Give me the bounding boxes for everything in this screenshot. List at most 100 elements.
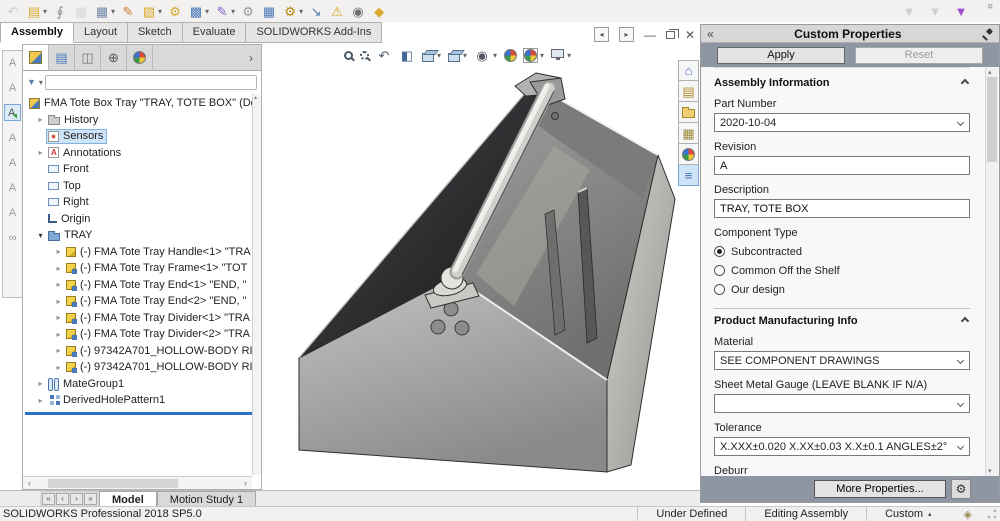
tree-item[interactable]: ▸ (-) FMA Tote Tray Divider<1> "TRA	[23, 310, 261, 327]
filter-active-icon[interactable]: ▼	[952, 1, 970, 21]
material-combo[interactable]: SEE COMPONENT DRAWINGS	[714, 351, 970, 370]
expander-icon[interactable]: ▸	[53, 313, 64, 322]
pane-left-icon[interactable]: ◂	[594, 27, 609, 42]
part-number-combo[interactable]: 2020-10-04	[714, 113, 970, 132]
macro-note-5[interactable]: A	[4, 154, 21, 171]
radio-common-off-the-shelf[interactable]: Common Off the Shelf	[714, 264, 970, 277]
bom-table-icon[interactable]: ▦	[260, 1, 278, 21]
design-binder-icon[interactable]: ▩ ▾	[187, 1, 210, 21]
macro-note-4[interactable]: A	[4, 129, 21, 146]
status-item-custom[interactable]: Custom ▴	[866, 507, 949, 521]
radio-button-icon[interactable]	[714, 246, 725, 257]
view-palette-icon[interactable]: ▦	[678, 123, 699, 144]
radio-button-icon[interactable]	[714, 284, 725, 295]
radio-our-design[interactable]: Our design	[714, 283, 970, 296]
previous-view-icon[interactable]: ↶	[376, 47, 392, 63]
tree-item[interactable]: ▸ DerivedHolePattern1	[23, 392, 261, 409]
zoom-area-icon[interactable]	[360, 50, 369, 60]
undo-icon[interactable]: ↶	[4, 1, 22, 21]
home-icon[interactable]: ⌂	[678, 60, 699, 81]
expander-icon[interactable]: ▸	[53, 346, 64, 355]
filter-icon-2[interactable]: ▼	[926, 1, 944, 21]
featuremanager-tab[interactable]	[23, 45, 49, 70]
propertymanager-tab[interactable]: ▤	[49, 45, 75, 70]
ribbon-tab-layout[interactable]: Layout	[73, 22, 129, 43]
tree-horizontal-scrollbar[interactable]: ‹ ›	[23, 476, 252, 489]
hide-show-items-icon[interactable]: ◉ ▾	[474, 47, 497, 63]
tree-item[interactable]: ▸ (-) FMA Tote Tray Divider<2> "TRA	[23, 326, 261, 343]
ribbon-tab-solidworks-add-ins[interactable]: SOLIDWORKS Add-Ins	[246, 22, 383, 43]
expander-icon[interactable]: ▸	[53, 363, 64, 372]
ribbon-tab-sketch[interactable]: Sketch	[128, 22, 183, 43]
restore-icon[interactable]	[666, 28, 679, 39]
tree-root-item[interactable]: FMA Tote Box Tray "TRAY, TOTE BOX" (De	[23, 95, 261, 112]
tree-item[interactable]: Right	[23, 194, 261, 211]
viewport-canvas[interactable]: ↶ ◧ ▾ ▾ ◉ ▾ ▾ ▾ ⌂ ▤ ▦ ≡	[262, 44, 700, 490]
more-properties-button[interactable]: More Properties...	[814, 480, 946, 498]
motion-study-icon[interactable]: ⚙	[239, 1, 257, 21]
close-icon[interactable]: ✕	[685, 28, 695, 42]
filter-caret-icon[interactable]: ▾	[39, 78, 43, 87]
measure-icon[interactable]: ↘	[307, 1, 325, 21]
properties-settings-icon[interactable]: ⚙	[951, 479, 971, 499]
tolerance-combo[interactable]: X.XXX±0.020 X.XX±0.03 X.X±0.1 ANGLES±2°	[714, 437, 970, 456]
tab-nav-icon-2[interactable]: ›	[70, 492, 83, 505]
camera-snapshot-icon[interactable]: ◉	[349, 1, 367, 21]
file-explorer-icon[interactable]	[678, 102, 699, 123]
section-product-manufacturing-info[interactable]: Product Manufacturing Info	[714, 315, 970, 327]
macro-note-2[interactable]: A	[4, 79, 21, 96]
tab-nav-icon-1[interactable]: ‹	[56, 492, 69, 505]
panel-vertical-scrollbar[interactable]: ▴ ▾	[985, 67, 998, 476]
tab-nav-icon-0[interactable]: «	[42, 492, 55, 505]
save-icon[interactable]: ▦	[72, 1, 90, 21]
tree-item[interactable]: ▸ Annotations	[23, 145, 261, 162]
filter-icon-1[interactable]: ▼	[900, 1, 918, 21]
zoom-fit-icon[interactable]	[344, 50, 353, 60]
expander-icon[interactable]: ▸	[53, 264, 64, 273]
sheet-metal-gauge-combo[interactable]	[714, 394, 970, 413]
collapse-panel-icon[interactable]: «	[707, 27, 714, 41]
toolbar-options-chevron-icon[interactable]: »	[978, 1, 996, 21]
filter-input[interactable]	[44, 74, 257, 90]
tile-windows-icon[interactable]: ▦ ▾	[93, 1, 116, 21]
ribbon-tab-assembly[interactable]: Assembly	[0, 22, 74, 43]
scroll-thumb[interactable]	[987, 77, 997, 162]
scroll-down-icon[interactable]: ▾	[988, 467, 992, 475]
custom-properties-icon[interactable]: ≡	[678, 165, 699, 186]
tab-motion-study-1[interactable]: Motion Study 1	[156, 491, 257, 506]
tree-item[interactable]: ▸ (-) 97342A701_HOLLOW-BODY RIV	[23, 359, 261, 376]
tree-item[interactable]: Origin	[23, 211, 261, 228]
macro-note-7[interactable]: A	[4, 204, 21, 221]
resize-grip[interactable]	[986, 508, 998, 520]
tree-item[interactable]: ▾ TRAY	[23, 227, 261, 244]
tree-item[interactable]: ▸ (-) 97342A701_HOLLOW-BODY RIV	[23, 343, 261, 360]
collapse-section-icon[interactable]	[960, 78, 970, 88]
view-settings-icon[interactable]: ▾	[551, 49, 571, 61]
radio-subcontracted[interactable]: Subcontracted	[714, 245, 970, 258]
component-properties-icon[interactable]: ⚙ ▾	[281, 1, 304, 21]
section-assembly-information[interactable]: Assembly Information	[714, 77, 970, 89]
pane-right-icon[interactable]: ▸	[619, 27, 634, 42]
configurationmanager-tab[interactable]: ◫	[75, 45, 101, 70]
scroll-left-icon[interactable]: ‹	[23, 478, 36, 488]
macro-link-8[interactable]: ∞	[4, 229, 21, 246]
reset-button[interactable]: Reset	[855, 46, 983, 64]
expander-icon[interactable]: ▸	[35, 396, 46, 405]
view-orientation-icon[interactable]: ▾	[422, 49, 441, 62]
expander-icon[interactable]: ▸	[53, 247, 64, 256]
tree-item[interactable]: ▸ (-) FMA Tote Tray End<2> "END, "	[23, 293, 261, 310]
panel-tabs-overflow-icon[interactable]: ›	[241, 45, 261, 70]
section-view-icon[interactable]: ◧	[399, 47, 415, 63]
macro-note-6[interactable]: A	[4, 179, 21, 196]
expander-icon[interactable]: ▾	[35, 231, 46, 240]
scroll-right-icon[interactable]: ›	[239, 478, 252, 488]
pin-icon[interactable]	[982, 28, 993, 39]
tree-item[interactable]: ▸ (-) FMA Tote Tray End<1> "END, "	[23, 277, 261, 294]
tab-nav-icon-3[interactable]: »	[84, 492, 97, 505]
open-icon[interactable]: ▤ ▾	[25, 1, 48, 21]
assembly-part-icon[interactable]: ◆	[370, 1, 388, 21]
minimize-icon[interactable]: —	[644, 28, 656, 42]
collapse-section-icon[interactable]	[960, 316, 970, 326]
apply-button[interactable]: Apply	[717, 46, 845, 64]
tree-item[interactable]: ▸ (-) FMA Tote Tray Handle<1> "TRA	[23, 244, 261, 261]
